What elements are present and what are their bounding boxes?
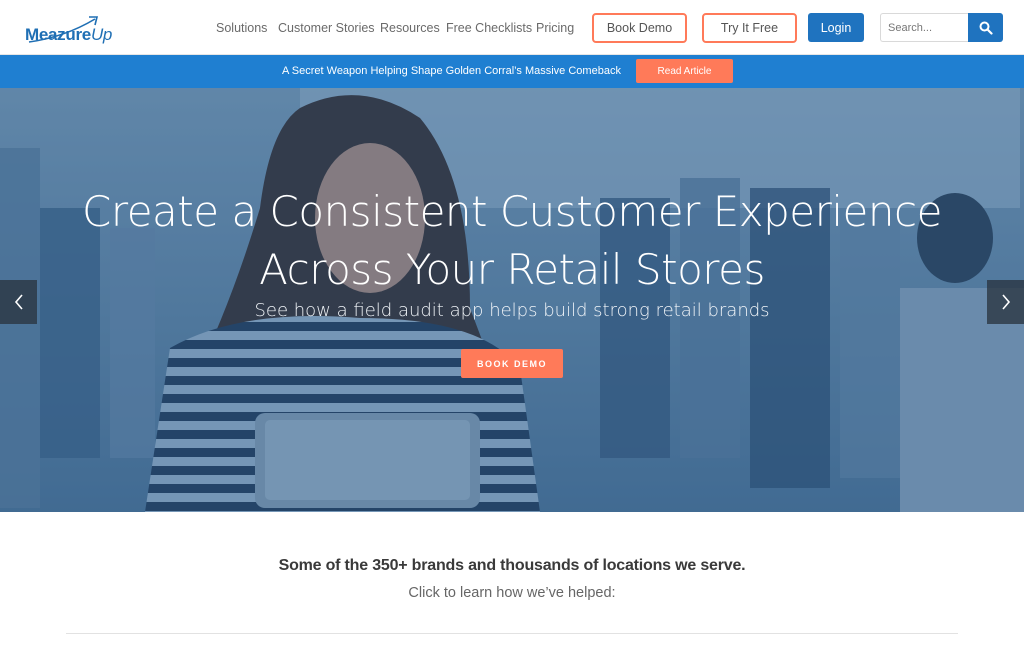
brands-heading: Some of the 350+ brands and thousands of… bbox=[278, 557, 746, 574]
meazureup-logo[interactable]: MeazureUp bbox=[25, 13, 112, 45]
chevron-right-icon bbox=[1001, 294, 1010, 310]
login-button[interactable]: Login bbox=[808, 13, 864, 42]
announcement-text: A Secret Weapon Helping Shape Golden Cor… bbox=[282, 65, 621, 77]
chevron-left-icon bbox=[14, 294, 23, 310]
hero-title-line-2: Across Your Retail Stores bbox=[259, 245, 765, 294]
hero-title-line-1: Create a Consistent Customer Experience bbox=[82, 187, 942, 236]
search-button[interactable] bbox=[968, 13, 1003, 42]
carousel-next-button[interactable] bbox=[987, 280, 1024, 324]
section-divider bbox=[66, 633, 958, 634]
read-article-button[interactable]: Read Article bbox=[636, 59, 733, 83]
carousel-prev-button[interactable] bbox=[0, 280, 37, 324]
nav-pricing[interactable]: Pricing bbox=[536, 21, 574, 35]
announcement-bar: A Secret Weapon Helping Shape Golden Cor… bbox=[0, 55, 1024, 88]
nav-solutions[interactable]: Solutions bbox=[216, 21, 267, 35]
search-input[interactable] bbox=[880, 13, 970, 42]
hero-carousel: Create a Consistent Customer Experience … bbox=[0, 88, 1024, 512]
brands-subheading: Click to learn how we’ve helped: bbox=[408, 585, 616, 601]
hero-subtitle: See how a field audit app helps build st… bbox=[254, 300, 770, 321]
nav-free-checklists[interactable]: Free Checklists bbox=[446, 21, 532, 35]
hero-book-demo-button[interactable]: BOOK DEMO bbox=[461, 349, 563, 378]
site-header: MeazureUp Solutions Customer Stories Res… bbox=[0, 0, 1024, 55]
nav-customer-stories[interactable]: Customer Stories bbox=[278, 21, 375, 35]
book-demo-button[interactable]: Book Demo bbox=[592, 13, 687, 43]
try-it-free-button[interactable]: Try It Free bbox=[702, 13, 797, 43]
nav-resources[interactable]: Resources bbox=[380, 21, 440, 35]
logo-arrow-icon bbox=[28, 16, 99, 43]
hero-title: Create a Consistent Customer Experience … bbox=[0, 183, 1024, 299]
search-icon bbox=[979, 21, 993, 35]
